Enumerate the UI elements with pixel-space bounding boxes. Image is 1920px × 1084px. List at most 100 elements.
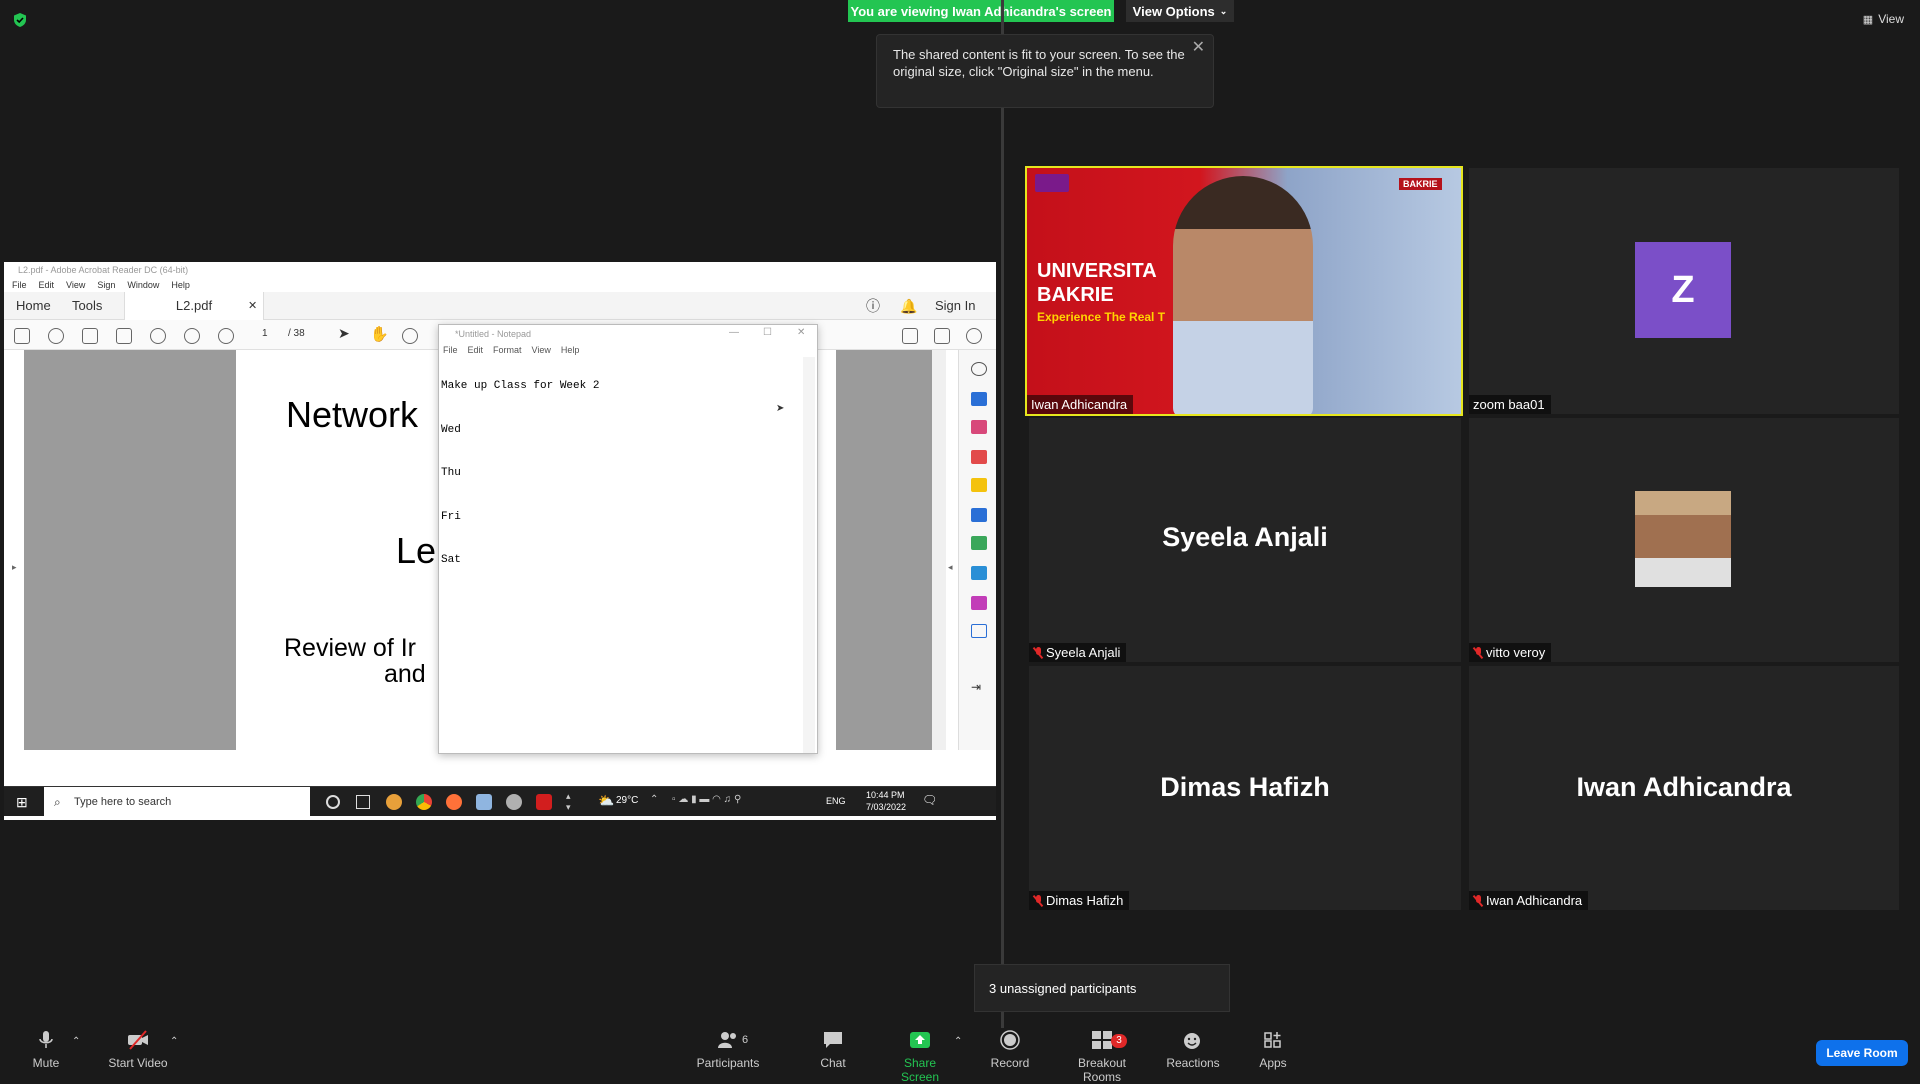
zoom-minus-icon[interactable] (402, 328, 418, 344)
create-pdf-icon[interactable] (971, 420, 987, 434)
notepad-menu-view[interactable]: View (532, 343, 551, 357)
reactions-button[interactable]: Reactions (1166, 1030, 1220, 1070)
link-icon[interactable] (902, 328, 918, 344)
acrobat-menu-sign[interactable]: Sign (97, 278, 115, 292)
collapse-panel-icon[interactable]: ⇥ (971, 680, 987, 694)
maximize-icon[interactable]: ☐ (763, 327, 772, 338)
notepad-menu-format[interactable]: Format (493, 343, 522, 357)
acrobat-menu-view[interactable]: View (66, 278, 85, 292)
temperature[interactable]: 29°C (616, 795, 638, 806)
combine-icon[interactable] (971, 508, 987, 522)
app-icon-paint[interactable] (386, 794, 402, 810)
acrobat-menu-file[interactable]: File (12, 278, 27, 292)
notepad-text-area[interactable]: Make up Class for Week 2 Wed Thu Fri Sat (441, 365, 599, 583)
participant-tile-vitto[interactable]: vitto veroy (1469, 418, 1899, 662)
save-icon[interactable] (14, 328, 30, 344)
mute-button[interactable]: Mute (30, 1030, 62, 1070)
windows-start-icon[interactable]: ⊞ (16, 794, 28, 811)
clock-time[interactable]: 10:44 PM (866, 790, 905, 800)
bell-icon[interactable]: 🔔 (900, 292, 917, 320)
weather-icon[interactable]: ⛅ (598, 793, 614, 809)
video-options-chevron-icon[interactable]: ⌃ (170, 1036, 178, 1047)
cortana-icon[interactable] (326, 795, 340, 809)
tray-chevron-icon[interactable]: ⌃ (650, 794, 658, 805)
send-icon[interactable] (971, 566, 987, 580)
participant-tile-iwan[interactable]: Iwan Adhicandra Iwan Adhicandra (1469, 666, 1899, 910)
export-pdf-icon[interactable] (971, 392, 987, 406)
pdf-line-1: Network (286, 394, 419, 435)
security-shield-icon[interactable] (12, 12, 28, 28)
minimize-icon[interactable]: — (729, 327, 739, 338)
close-tab-icon[interactable]: ✕ (248, 292, 257, 320)
fill-sign-icon[interactable] (971, 596, 987, 610)
notepad-menu-edit[interactable]: Edit (468, 343, 484, 357)
language-indicator[interactable]: ENG (826, 796, 846, 806)
sign-in-button[interactable]: Sign In (935, 292, 975, 320)
next-page-icon[interactable] (218, 328, 234, 344)
protect-icon[interactable] (971, 624, 987, 638)
right-panel-arrow-icon[interactable]: ◂ (948, 562, 953, 573)
zoom-out-search-icon[interactable] (150, 328, 166, 344)
comment-icon[interactable] (971, 478, 987, 492)
close-icon[interactable]: ✕ (797, 327, 805, 338)
pdf-scrollbar[interactable] (932, 350, 946, 750)
acrobat-menu-edit[interactable]: Edit (39, 278, 55, 292)
bakrie-logo: BAKRIE (1399, 178, 1442, 190)
tab-document[interactable]: L2.pdf (124, 292, 264, 320)
leave-room-button[interactable]: Leave Room (1816, 1040, 1908, 1066)
view-button[interactable]: ▦ View (1863, 12, 1904, 26)
chat-button[interactable]: Chat (818, 1030, 848, 1070)
edit-pdf-icon[interactable] (971, 450, 987, 464)
participants-button[interactable]: Participants (694, 1030, 762, 1070)
notepad-menu-help[interactable]: Help (561, 343, 580, 357)
participant-tile-syeela[interactable]: Syeela Anjali Syeela Anjali (1029, 418, 1461, 662)
start-video-button[interactable]: Start Video (108, 1030, 168, 1070)
star-icon[interactable] (48, 328, 64, 344)
account-icon[interactable] (966, 328, 982, 344)
record-button[interactable]: Record (990, 1030, 1030, 1070)
left-panel-arrow-icon[interactable]: ▸ (12, 562, 17, 573)
cursor-icon[interactable]: ➤ (338, 325, 354, 341)
close-icon[interactable]: ✕ (1192, 39, 1205, 56)
apps-button[interactable]: Apps (1259, 1030, 1287, 1070)
search-icon[interactable] (971, 362, 987, 376)
mail-icon[interactable] (934, 328, 950, 344)
unassigned-participants-popup[interactable]: 3 unassigned participants (974, 964, 1230, 1012)
task-view-icon[interactable] (356, 795, 370, 809)
split-divider[interactable] (1001, 108, 1004, 1028)
audio-options-chevron-icon[interactable]: ⌃ (72, 1036, 80, 1047)
acrobat-taskbar-icon[interactable] (536, 794, 552, 810)
hand-icon[interactable]: ✋ (370, 325, 389, 343)
share-options-chevron-icon[interactable]: ⌃ (954, 1036, 962, 1047)
tile-name-label: zoom baa01 (1469, 395, 1551, 414)
view-options-button[interactable]: View Options ⌄ (1126, 0, 1234, 22)
record-icon (1000, 1030, 1020, 1050)
breakout-rooms-button[interactable]: Breakout Rooms (1058, 1030, 1146, 1084)
prev-page-icon[interactable] (184, 328, 200, 344)
acrobat-menu-help[interactable]: Help (171, 278, 190, 292)
notification-icon[interactable]: 🗨 (922, 793, 937, 807)
firefox-icon[interactable] (446, 794, 462, 810)
taskbar-search-input[interactable]: ⌕ Type here to search (44, 787, 310, 817)
participant-tile-zoom[interactable]: Z zoom baa01 (1469, 168, 1899, 414)
taskbar-scroll-icon[interactable]: ▴ ▾ (566, 791, 571, 813)
organize-icon[interactable] (971, 536, 987, 550)
notepad-scrollbar[interactable] (803, 357, 815, 753)
tray-icons[interactable]: ▫ ☁ ▮ ▬ ◠ ♫ ⚲ (672, 794, 741, 805)
help-icon[interactable]: ⓘ (866, 292, 880, 320)
pdf-line-2: Le (396, 530, 437, 571)
tab-tools[interactable]: Tools (72, 292, 102, 320)
clock-date[interactable]: 7/03/2022 (866, 802, 906, 812)
upload-icon[interactable] (82, 328, 98, 344)
paint-icon[interactable] (506, 794, 522, 810)
page-number[interactable]: 1 (262, 328, 268, 339)
chrome-icon[interactable] (416, 794, 432, 810)
tab-home[interactable]: Home (16, 292, 51, 320)
notepad-taskbar-icon[interactable] (476, 794, 492, 810)
participant-tile-dimas[interactable]: Dimas Hafizh Dimas Hafizh (1029, 666, 1461, 910)
acrobat-menu-window[interactable]: Window (127, 278, 159, 292)
print-icon[interactable] (116, 328, 132, 344)
share-screen-button[interactable]: Share Screen (884, 1030, 956, 1084)
video-tile-active-speaker[interactable]: UNIVERSITA BAKRIE Experience The Real T … (1025, 166, 1463, 416)
notepad-menu-file[interactable]: File (443, 343, 458, 357)
